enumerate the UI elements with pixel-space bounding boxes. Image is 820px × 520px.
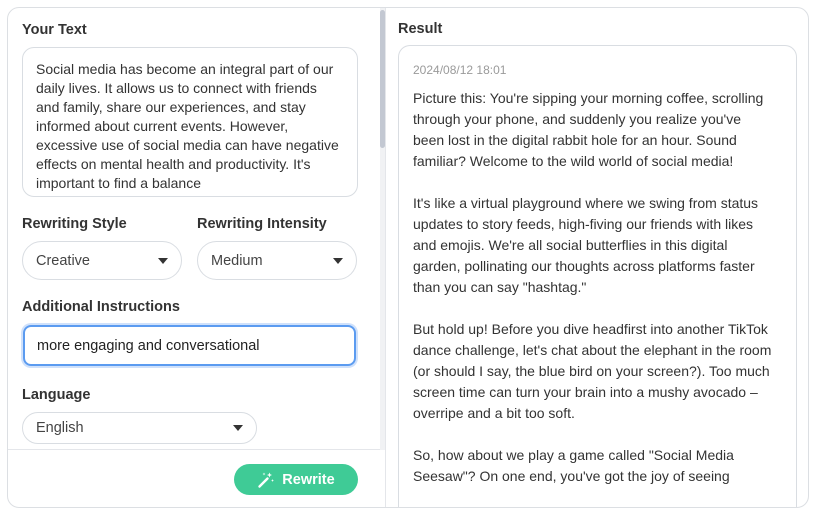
rewriting-style-label: Rewriting Style	[22, 216, 127, 232]
rewriting-intensity-select[interactable]: Medium	[197, 241, 357, 280]
magic-wand-icon	[257, 471, 275, 489]
rewriting-intensity-value: Medium	[211, 252, 263, 269]
result-label: Result	[398, 21, 443, 37]
result-paragraph: Picture this: You're sipping your mornin…	[413, 90, 764, 169]
result-text: Picture this: You're sipping your mornin…	[413, 88, 775, 507]
rewriting-intensity-label: Rewriting Intensity	[197, 216, 327, 232]
result-paragraph: It's like a virtual playground where we …	[413, 195, 759, 295]
rewriting-style-select[interactable]: Creative	[22, 241, 182, 280]
result-paragraph: But hold up! Before you dive headfirst i…	[413, 321, 772, 421]
chevron-down-icon	[233, 425, 243, 431]
result-fade-overlay	[399, 491, 796, 507]
chevron-down-icon	[158, 257, 168, 264]
language-select[interactable]: English	[22, 412, 257, 444]
result-paragraph: So, how about we play a game called "Soc…	[413, 447, 734, 484]
additional-instructions-input[interactable]: more engaging and conversational	[23, 325, 356, 366]
panel-divider	[385, 8, 386, 507]
settings-panel: Your Text Social media has become an int…	[8, 8, 383, 507]
rewrite-button[interactable]: Rewrite	[234, 464, 358, 495]
rewriting-style-value: Creative	[36, 252, 90, 269]
settings-scroll-area[interactable]: Your Text Social media has become an int…	[8, 8, 383, 450]
chevron-down-icon	[333, 257, 343, 264]
result-output[interactable]: 2024/08/12 18:01 Picture this: You're si…	[398, 45, 797, 507]
rewriter-app: Your Text Social media has become an int…	[7, 7, 809, 508]
language-label: Language	[22, 387, 91, 403]
footer-divider	[8, 449, 383, 450]
additional-instructions-value: more engaging and conversational	[37, 337, 260, 354]
result-timestamp: 2024/08/12 18:01	[413, 63, 507, 77]
your-text-label: Your Text	[22, 22, 87, 38]
additional-instructions-label: Additional Instructions	[22, 299, 180, 315]
language-value: English	[36, 420, 84, 436]
rewrite-button-label: Rewrite	[282, 471, 335, 488]
your-text-input[interactable]: Social media has become an integral part…	[22, 47, 358, 197]
